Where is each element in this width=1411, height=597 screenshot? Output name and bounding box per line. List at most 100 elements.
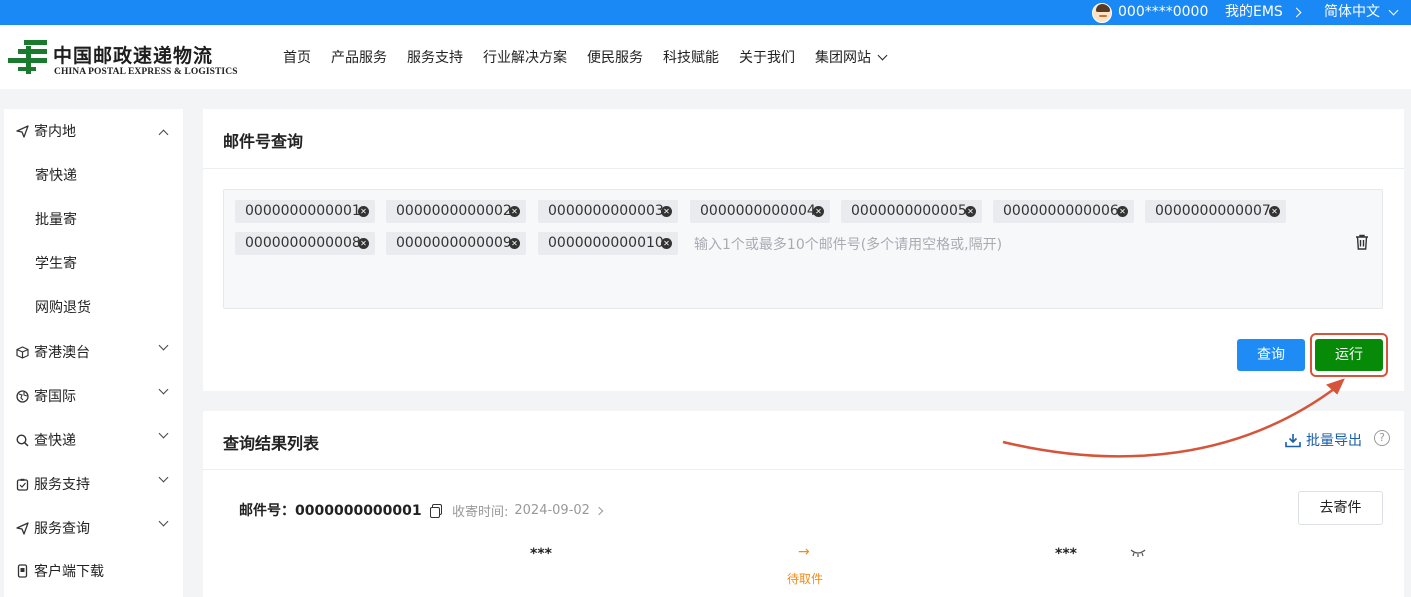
- tag-label: 0000000000003: [548, 203, 664, 219]
- language-label: 简体中文: [1324, 4, 1380, 20]
- results-title: 查询结果列表: [223, 434, 320, 453]
- mail-query-card: 邮件号查询 0000000000001 ✕ 0000000000002 ✕ 0000…: [203, 109, 1404, 391]
- sidebar-item-student[interactable]: 学生寄: [4, 241, 183, 285]
- sidebar-item-label: 服务查询: [34, 521, 90, 537]
- chevron-down-icon: [158, 472, 169, 483]
- sidebar-item-label: 批量寄: [35, 212, 77, 228]
- nav-convenience[interactable]: 便民服务: [587, 47, 643, 67]
- nav-products[interactable]: 产品服务: [331, 47, 387, 67]
- mail-number-tag: 0000000000009 ✕: [386, 232, 526, 255]
- sidebar-item-express[interactable]: 寄快递: [4, 153, 183, 197]
- close-icon[interactable]: ✕: [661, 238, 672, 249]
- query-button[interactable]: 查询: [1237, 339, 1305, 371]
- close-icon[interactable]: ✕: [358, 238, 369, 249]
- sidebar: 寄内地 寄快递 批量寄 学生寄 网购退货 寄港澳台 寄国际 查快递 服务支持 服…: [4, 109, 183, 597]
- nav-solutions[interactable]: 行业解决方案: [483, 47, 567, 67]
- mail-number-tag: 0000000000002 ✕: [386, 200, 526, 223]
- tag-label: 0000000000001: [245, 203, 361, 219]
- results-card: 查询结果列表 批量导出 ? 邮件号：0000000000001 收寄时间: 20…: [203, 411, 1404, 597]
- mail-number-tag: 0000000000001 ✕: [235, 200, 375, 223]
- mail-number-input[interactable]: 0000000000001 ✕ 0000000000002 ✕ 0000000000…: [223, 189, 1383, 309]
- sidebar-item-label: 服务支持: [34, 477, 90, 493]
- main-nav: 首页 产品服务 服务支持 行业解决方案 便民服务 科技赋能 关于我们 集团网站: [283, 25, 888, 89]
- run-button[interactable]: 运行: [1315, 339, 1383, 371]
- send-time-value: 2024-09-02: [514, 503, 590, 518]
- my-ems-label: 我的EMS: [1225, 4, 1283, 20]
- avatar: [1092, 2, 1112, 23]
- nav-group-sites[interactable]: 集团网站: [815, 47, 888, 67]
- mail-number-row: 邮件号：0000000000001: [239, 500, 442, 520]
- search-icon: [15, 433, 29, 447]
- trash-icon[interactable]: [1355, 234, 1369, 250]
- sidebar-item-label: 寄快递: [35, 168, 77, 184]
- my-ems-link[interactable]: 我的EMS: [1225, 0, 1302, 25]
- receiver-city: ***: [1055, 546, 1077, 562]
- sidebar-item-label: 寄国际: [34, 389, 76, 405]
- globe-icon: [15, 389, 29, 403]
- chevron-down-icon: [1388, 5, 1399, 16]
- nav-technology[interactable]: 科技赋能: [663, 47, 719, 67]
- sidebar-item-international[interactable]: 寄国际: [4, 374, 183, 418]
- copy-icon[interactable]: [429, 504, 442, 518]
- close-icon[interactable]: ✕: [965, 206, 976, 217]
- sidebar-item-service-query[interactable]: 服务查询: [4, 506, 183, 550]
- sidebar-item-label: 客户端下载: [34, 564, 104, 580]
- nav-home[interactable]: 首页: [283, 47, 311, 67]
- sidebar-item-batch[interactable]: 批量寄: [4, 197, 183, 241]
- close-icon[interactable]: ✕: [509, 206, 520, 217]
- sidebar-item-label: 网购退货: [35, 300, 91, 316]
- sidebar-item-client-download[interactable]: 客户端下载: [4, 549, 183, 593]
- chevron-down-icon: [877, 50, 888, 60]
- sidebar-item-returns[interactable]: 网购退货: [4, 285, 183, 329]
- mail-number-tag: 0000000000005 ✕: [841, 200, 982, 223]
- sidebar-item-track[interactable]: 查快递: [4, 418, 183, 462]
- account-menu[interactable]: 000****0000: [1092, 0, 1208, 25]
- tag-label: 0000000000002: [396, 203, 512, 219]
- tag-label: 0000000000004: [700, 203, 816, 219]
- chevron-down-icon: [158, 384, 169, 395]
- batch-export-button[interactable]: 批量导出: [1285, 430, 1362, 450]
- close-icon[interactable]: ✕: [813, 206, 824, 217]
- eye-closed-icon[interactable]: [1130, 548, 1146, 558]
- tag-label: 0000000000006: [1003, 203, 1119, 219]
- nav-support[interactable]: 服务支持: [407, 47, 463, 67]
- mail-number-tag: 0000000000006 ✕: [993, 200, 1134, 223]
- mail-number-tag: 0000000000003 ✕: [538, 200, 678, 223]
- chevron-down-icon: [158, 516, 169, 527]
- chevron-down-icon: [158, 428, 169, 439]
- result-item: 邮件号：0000000000001 收寄时间: 2024-09-02 去寄件 *…: [203, 469, 1404, 597]
- send-icon: [15, 124, 29, 138]
- clipboard-icon: [15, 477, 29, 491]
- chevron-down-icon: [158, 340, 169, 351]
- go-send-button[interactable]: 去寄件: [1298, 491, 1383, 525]
- sidebar-item-hk-macau-tw[interactable]: 寄港澳台: [4, 330, 183, 374]
- tag-label: 0000000000007: [1155, 203, 1271, 219]
- sidebar-item-service-support[interactable]: 服务支持: [4, 462, 183, 506]
- help-icon[interactable]: ?: [1374, 430, 1390, 446]
- language-select[interactable]: 简体中文: [1324, 0, 1399, 25]
- close-icon[interactable]: ✕: [509, 238, 520, 249]
- sidebar-item-label: 寄港澳台: [34, 345, 90, 361]
- mail-number-tag: 0000000000008 ✕: [235, 232, 375, 255]
- top-bar: 000****0000 我的EMS 简体中文: [0, 0, 1411, 25]
- chevron-right-icon: [1291, 7, 1302, 18]
- tag-label: 0000000000009: [396, 235, 512, 251]
- box-icon: [15, 345, 29, 359]
- chevron-up-icon: [158, 129, 169, 140]
- status-arrow: →: [798, 544, 810, 560]
- send-time-label: 收寄时间:: [452, 505, 509, 520]
- close-icon[interactable]: ✕: [1117, 206, 1128, 217]
- china-post-logo-icon[interactable]: [8, 38, 48, 76]
- close-icon[interactable]: ✕: [358, 206, 369, 217]
- sidebar-item-mainland[interactable]: 寄内地: [4, 109, 183, 153]
- close-icon[interactable]: ✕: [661, 206, 672, 217]
- close-icon[interactable]: ✕: [1269, 206, 1280, 217]
- download-icon: [1285, 433, 1301, 447]
- mail-number-label: 邮件号：: [239, 503, 295, 519]
- sidebar-item-label: 寄内地: [34, 124, 76, 140]
- send-time[interactable]: 收寄时间: 2024-09-02: [452, 501, 604, 520]
- nav-about[interactable]: 关于我们: [739, 47, 795, 67]
- mail-number-placeholder[interactable]: 输入1个或最多10个邮件号(多个请用空格或,隔开): [694, 234, 1002, 254]
- divider: [203, 168, 1404, 169]
- mail-number-tag: 0000000000007 ✕: [1145, 200, 1286, 223]
